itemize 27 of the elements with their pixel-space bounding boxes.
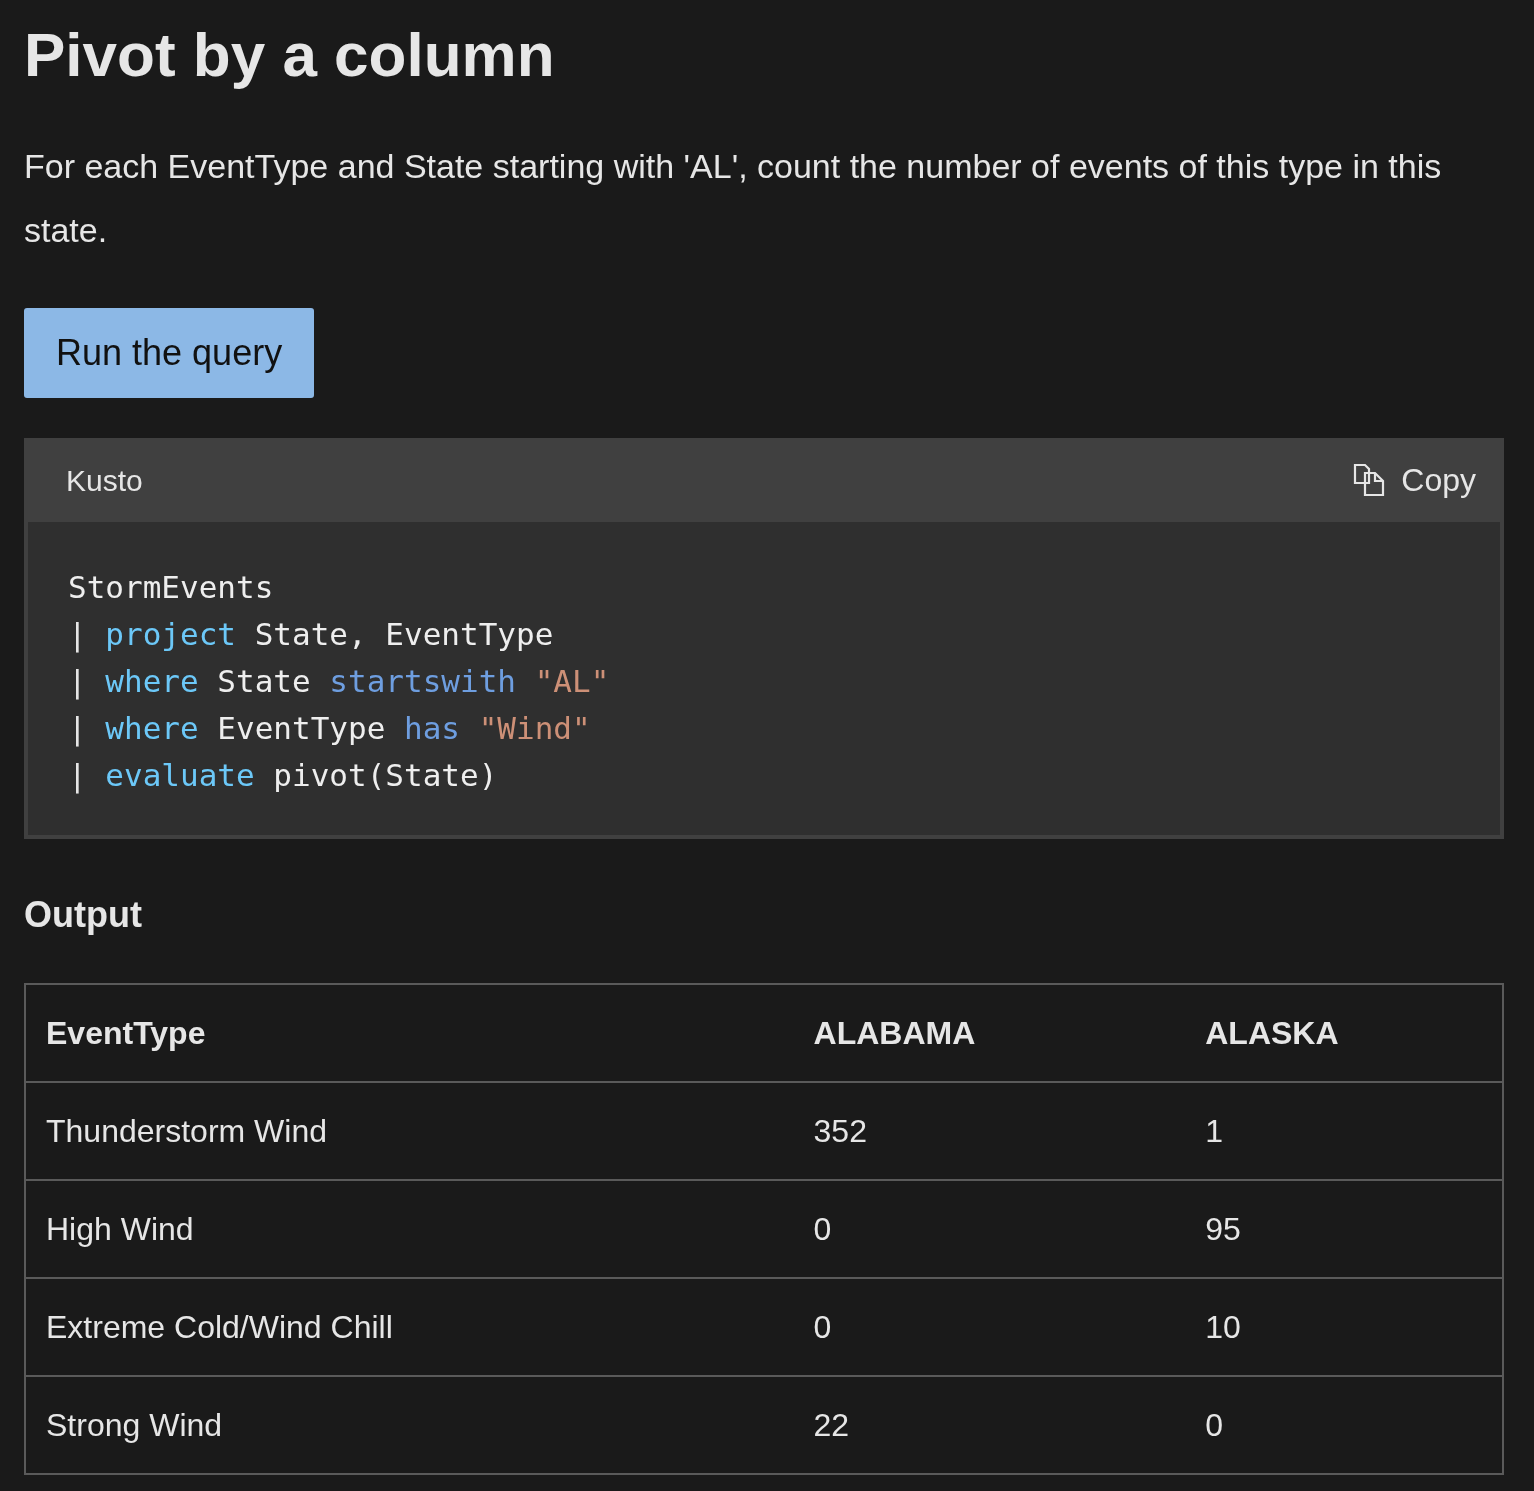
copy-icon — [1353, 463, 1386, 498]
code-line: | where EventType has "Wind" — [68, 709, 592, 749]
description-text: For each EventType and State starting with 'AL', count the number of events of this type in this state. — [24, 146, 1443, 252]
table-cell: 0 — [793, 1277, 1186, 1376]
table-cell: Strong Wind — [25, 1375, 794, 1474]
language-label: Kusto — [66, 462, 143, 499]
table-cell: 95 — [1185, 1179, 1503, 1278]
code-line: | where State startswith "AL" — [68, 662, 611, 702]
page-title: Pivot by a column — [24, 19, 556, 91]
table-cell: Thunderstorm Wind — [25, 1081, 794, 1180]
table-cell: High Wind — [25, 1179, 794, 1278]
code-line: | evaluate pivot(State) — [68, 756, 499, 796]
table-cell: 0 — [1185, 1375, 1503, 1474]
run-query-button[interactable]: Run the query — [24, 308, 315, 399]
table-cell: 22 — [793, 1375, 1186, 1474]
column-header: EventType — [25, 983, 794, 1082]
copy-button[interactable]: Copy — [1353, 456, 1476, 505]
table-cell: Extreme Cold/Wind Chill — [25, 1277, 794, 1376]
table-cell: 352 — [793, 1081, 1186, 1180]
column-header: ALASKA — [1185, 983, 1503, 1082]
code-line: StormEvents — [68, 568, 275, 608]
column-header: ALABAMA — [793, 983, 1186, 1082]
table-cell: 0 — [793, 1179, 1186, 1278]
code-line: | project State, EventType — [68, 615, 555, 655]
table-cell: 1 — [1185, 1081, 1503, 1180]
table-cell: 10 — [1185, 1277, 1503, 1376]
output-heading: Output — [24, 893, 143, 937]
